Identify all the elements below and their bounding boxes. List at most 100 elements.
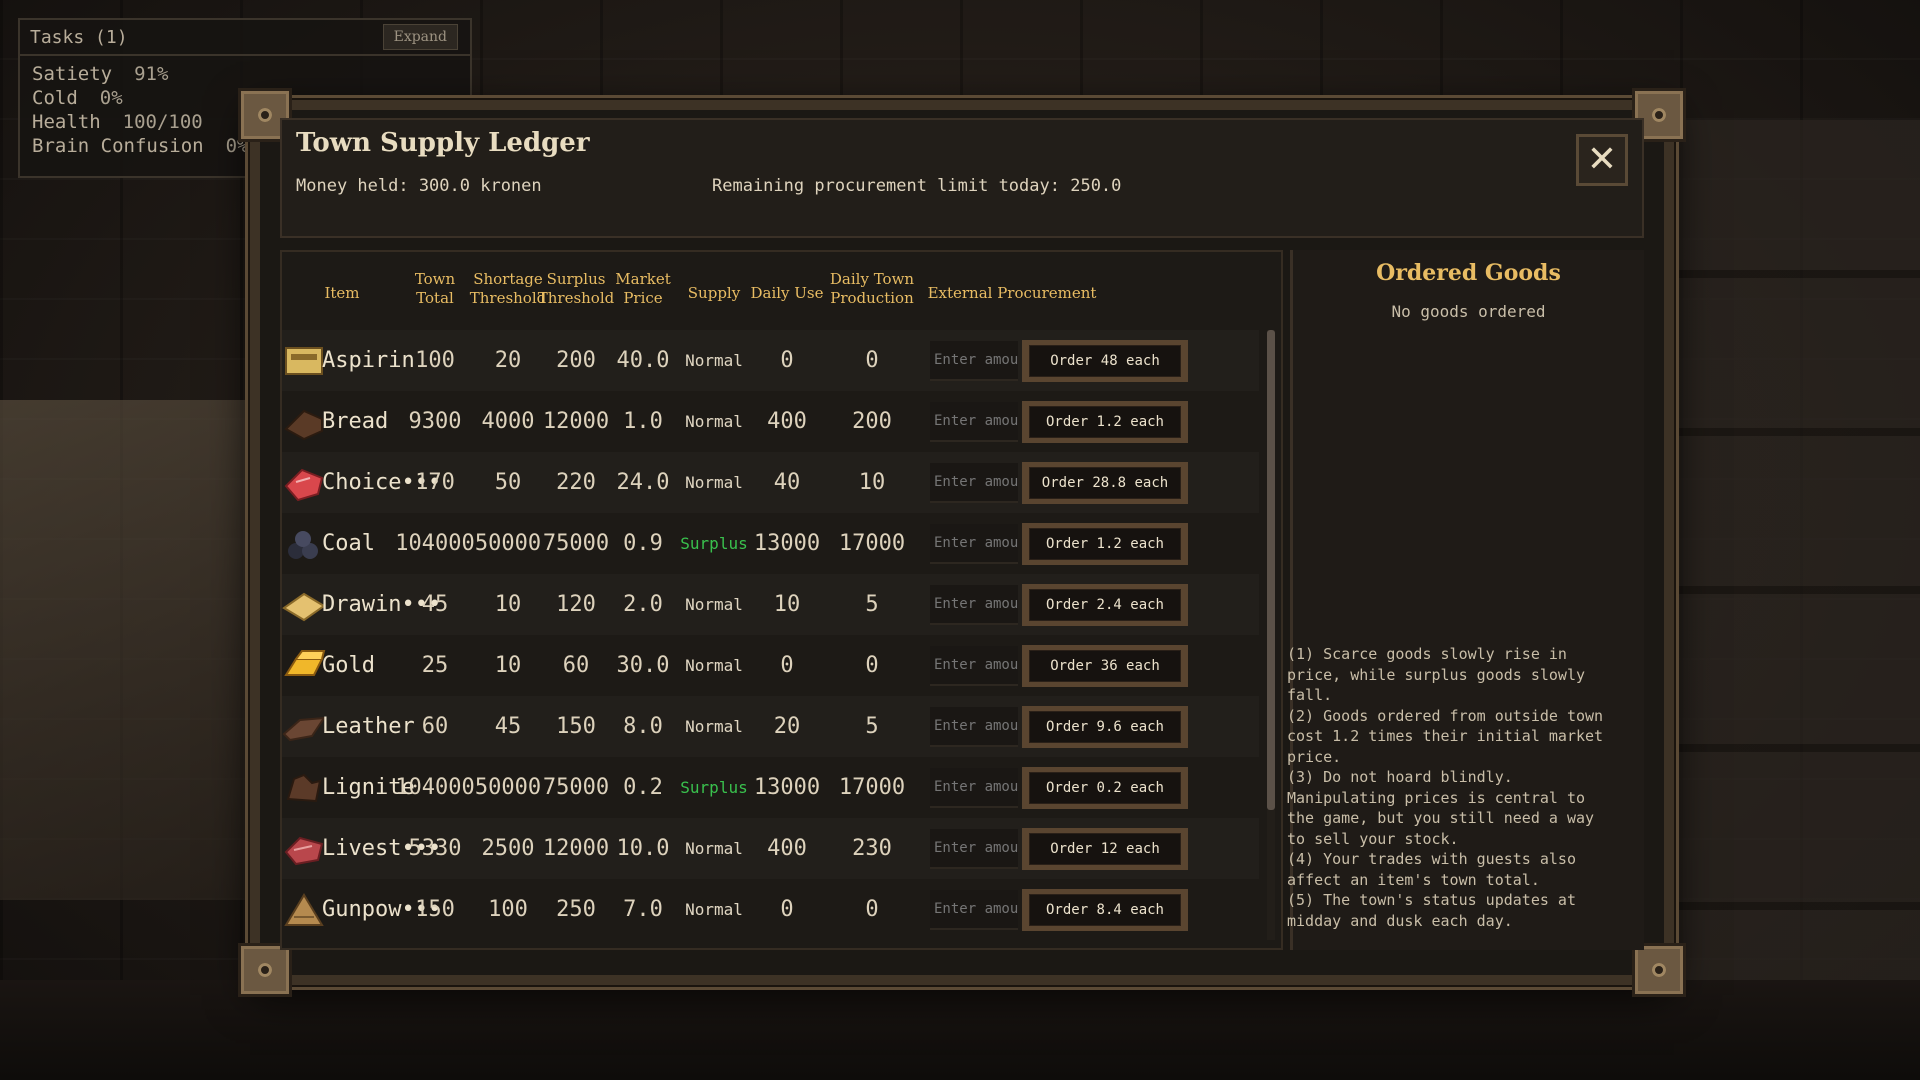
window-title: Town Supply Ledger bbox=[296, 128, 590, 158]
supply-table: Item Town Total Shortage Threshold Surplus… bbox=[280, 250, 1283, 950]
table-row: Drawin•••45101202.0Normal105Order 2.4 ea… bbox=[282, 574, 1259, 635]
amount-input[interactable] bbox=[930, 768, 1018, 808]
frame-corner bbox=[238, 943, 292, 997]
cell-price: 0.2 bbox=[623, 775, 663, 800]
cell-total: 60 bbox=[421, 714, 449, 739]
close-button[interactable]: ✕ bbox=[1576, 134, 1628, 186]
header-line: Market bbox=[615, 270, 671, 288]
order-button[interactable]: Order 48 each bbox=[1022, 340, 1188, 382]
header-external-procurement: External Procurement bbox=[927, 284, 1097, 302]
order-button[interactable]: Order 2.4 each bbox=[1022, 584, 1188, 626]
cell-use: 400 bbox=[767, 836, 807, 861]
amount-input[interactable] bbox=[930, 646, 1018, 686]
cell-supply: Normal bbox=[685, 473, 743, 492]
header-supply: Supply bbox=[687, 284, 741, 302]
meat-icon bbox=[282, 464, 326, 502]
ordered-goods-panel: Ordered Goods No goods ordered (1) Scarc… bbox=[1287, 250, 1644, 950]
expand-button[interactable]: Expand bbox=[382, 24, 458, 50]
cell-surplus: 75000 bbox=[542, 775, 610, 800]
leather-icon bbox=[282, 708, 326, 746]
header-line: Total bbox=[416, 289, 454, 307]
cell-prod: 230 bbox=[852, 836, 892, 861]
stat-row: Satiety 91% bbox=[32, 62, 458, 86]
stat-label: Satiety bbox=[32, 63, 113, 85]
stat-label: Brain Confusion bbox=[32, 135, 204, 157]
cell-supply: Normal bbox=[685, 412, 743, 431]
tip-item: (4) Your trades with guests also affect … bbox=[1287, 850, 1576, 889]
order-button[interactable]: Order 1.2 each bbox=[1022, 523, 1188, 565]
order-button[interactable]: Order 8.4 each bbox=[1022, 889, 1188, 931]
window-header: Town Supply Ledger Money held: 300.0 kro… bbox=[280, 118, 1644, 238]
header-line: Town bbox=[414, 270, 456, 288]
amount-input[interactable] bbox=[930, 341, 1018, 381]
cell-surplus: 75000 bbox=[542, 531, 610, 556]
cell-surplus: 200 bbox=[556, 348, 596, 373]
header-daily-production: Daily Town Production bbox=[822, 270, 922, 308]
tip-item: (5) The town's status updates at midday … bbox=[1287, 891, 1576, 930]
table-row: Livest•••533025001200010.0Normal400230Or… bbox=[282, 818, 1259, 879]
header-market-price: Market Price bbox=[608, 270, 678, 308]
amount-input[interactable] bbox=[930, 890, 1018, 930]
cell-use: 20 bbox=[773, 714, 801, 739]
cell-supply: Normal bbox=[685, 351, 743, 370]
order-button[interactable]: Order 12 each bbox=[1022, 828, 1188, 870]
tip-item: (2) Goods ordered from outside town cost… bbox=[1287, 706, 1604, 766]
tips-list: (1) Scarce goods slowly rise in price, w… bbox=[1287, 644, 1644, 931]
amount-input[interactable] bbox=[930, 829, 1018, 869]
cell-total: 170 bbox=[415, 470, 455, 495]
cell-use: 13000 bbox=[753, 775, 821, 800]
amount-input[interactable] bbox=[930, 402, 1018, 442]
cell-total: 5330 bbox=[408, 836, 462, 861]
cell-prod: 17000 bbox=[838, 531, 906, 556]
cell-prod: 200 bbox=[852, 409, 892, 434]
background-wall-panel bbox=[0, 400, 250, 900]
cell-total: 100 bbox=[415, 348, 455, 373]
table-row: Lignite 104000 50000 75000 0.2 Surplus 13000 17… bbox=[282, 757, 1259, 818]
cell-total: 150 bbox=[415, 897, 455, 922]
cell-surplus: 120 bbox=[556, 592, 596, 617]
cell-supply: Normal bbox=[685, 717, 743, 736]
cell-supply: Normal bbox=[685, 839, 743, 858]
stat-value: 0% bbox=[99, 87, 123, 109]
header-town-total: Town Total bbox=[400, 270, 470, 308]
order-button[interactable]: Order 36 each bbox=[1022, 645, 1188, 687]
table-row: Coal 104000 50000 75000 0.9 Surplus 13000 17000… bbox=[282, 513, 1259, 574]
cell-prod: 5 bbox=[865, 714, 879, 739]
header-line: Daily Town bbox=[829, 270, 915, 288]
stat-value: 100/100 bbox=[122, 111, 203, 133]
cell-total: 9300 bbox=[408, 409, 462, 434]
order-button[interactable]: Order 0.2 each bbox=[1022, 767, 1188, 809]
cell-use: 40 bbox=[773, 470, 801, 495]
amount-input[interactable] bbox=[930, 524, 1018, 564]
cell-price: 2.0 bbox=[623, 592, 663, 617]
stat-value: 91% bbox=[134, 63, 169, 85]
cell-price: 1.0 bbox=[623, 409, 663, 434]
scrollbar-thumb[interactable] bbox=[1267, 330, 1275, 810]
order-button[interactable]: Order 9.6 each bbox=[1022, 706, 1188, 748]
bread-icon bbox=[282, 403, 326, 441]
header-line: Production bbox=[830, 289, 914, 307]
scrollbar[interactable] bbox=[1267, 330, 1275, 940]
amount-input[interactable] bbox=[930, 463, 1018, 503]
cell-use: 400 bbox=[767, 409, 807, 434]
table-body: Aspirin1002020040.0Normal00Order 48 each… bbox=[282, 330, 1259, 940]
cell-total: 104000 bbox=[395, 775, 475, 800]
cell-supply: Surplus bbox=[680, 778, 748, 797]
cell-surplus: 12000 bbox=[542, 409, 610, 434]
cell-total: 25 bbox=[421, 653, 449, 678]
amount-input[interactable] bbox=[930, 707, 1018, 747]
order-button[interactable]: Order 1.2 each bbox=[1022, 401, 1188, 443]
table-row: Bread93004000120001.0Normal400200Order 1… bbox=[282, 391, 1259, 452]
header-line: Price bbox=[623, 289, 663, 307]
frame-corner bbox=[1632, 943, 1686, 997]
cell-total: 104000 bbox=[395, 531, 475, 556]
lignite-icon bbox=[282, 769, 326, 807]
cell-surplus: 250 bbox=[556, 897, 596, 922]
cell-price: 10.0 bbox=[616, 836, 670, 861]
cell-surplus: 150 bbox=[556, 714, 596, 739]
amount-input[interactable] bbox=[930, 585, 1018, 625]
cell-prod: 0 bbox=[865, 348, 879, 373]
order-button[interactable]: Order 28.8 each bbox=[1022, 462, 1188, 504]
no-goods-message: No goods ordered bbox=[1391, 302, 1546, 321]
cell-surplus: 220 bbox=[556, 470, 596, 495]
